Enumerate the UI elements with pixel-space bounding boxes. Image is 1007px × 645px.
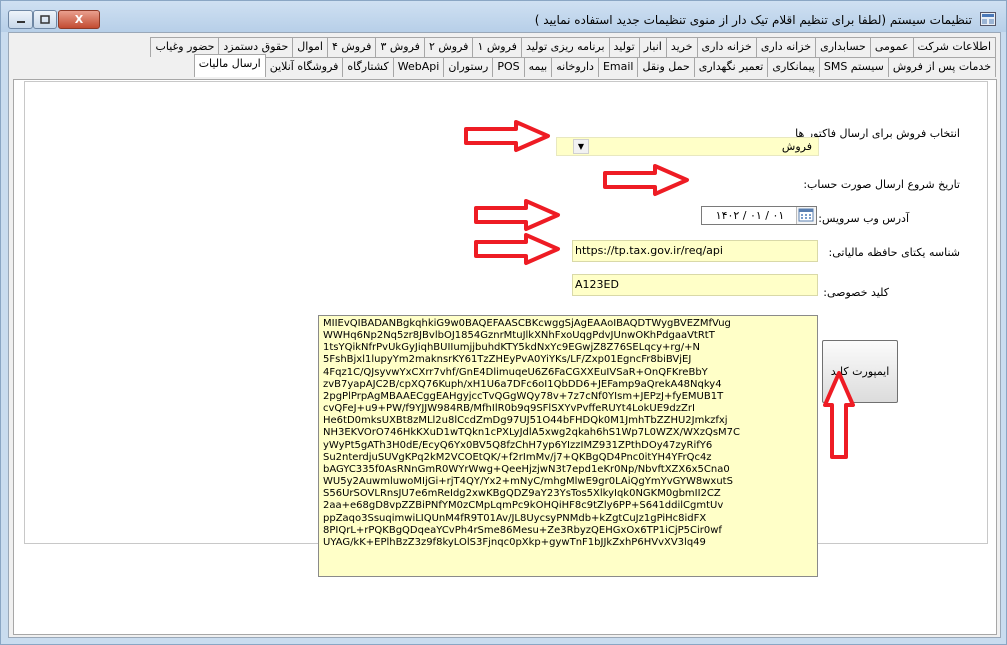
tax-settings-group: انتخاب فروش برای ارسال فاکتور ها فروش ▼ …: [24, 81, 988, 577]
red-arrow-annotation: [464, 120, 550, 152]
tab-r2-9[interactable]: POS: [492, 57, 525, 77]
memory-id-label: شناسه یکتای حافظه مالیاتی:: [828, 246, 960, 259]
title-bar[interactable]: X تنظیمات سیستم (لطفا برای تنظیم اقلام ت…: [1, 1, 1006, 32]
tab-r1-9[interactable]: برنامه ریزی تولید: [520, 37, 610, 57]
tab-r1-1[interactable]: اطلاعات شرکت: [912, 37, 996, 57]
tab-r1-12[interactable]: فروش ۳: [375, 37, 425, 57]
service-address-input[interactable]: https://tp.tax.gov.ir/req/api: [572, 240, 818, 262]
start-date-label: تاریخ شروع ارسال صورت حساب:: [803, 178, 960, 191]
invoice-sale-value: فروش: [781, 140, 812, 153]
memory-id-value: A123ED: [575, 278, 619, 291]
start-date-picker[interactable]: ۱۴۰۲ / ۰۱ / ۰۱: [701, 206, 817, 225]
private-key-line: WWHq6Np2Nq5zr8JBvlbOJ1854GznrMtuJlkXNhFx…: [323, 330, 715, 342]
tab-r2-14[interactable]: ارسال مالیات: [193, 54, 266, 77]
tab-r1-10[interactable]: فروش ۱: [472, 37, 522, 57]
private-key-line: cvQFeJ+u9+PW/f9YJJW984RB/MfhIlR0b9q9SFlS…: [323, 403, 695, 415]
tab-r2-2[interactable]: سیستم SMS: [818, 57, 889, 77]
private-key-line: 8PIQrL+rPQKBgQDqeaYCvPh4rSme86Mesu+Ze3Rb…: [323, 524, 722, 536]
red-arrow-annotation: [823, 371, 855, 459]
tab-r2-5[interactable]: حمل ونقل: [637, 57, 695, 77]
close-button[interactable]: X: [58, 10, 100, 29]
start-date-value: ۱۴۰۲ / ۰۱ / ۰۱: [715, 209, 785, 222]
tab-r1-3[interactable]: حسابداری: [815, 37, 871, 57]
tab-r2-3[interactable]: پیمانکاری: [767, 57, 820, 77]
tab-r2-13[interactable]: فروشگاه آنلاین: [264, 57, 344, 77]
private-key-line: UYAG/kK+EPlhBzZ3z9f8kyLOlS3Fjnqc0pXkp+gy…: [323, 536, 706, 548]
private-key-line: He6tD0mksUXBt8zMLl2u8lCcdZmDg97UJ51O44bF…: [323, 415, 728, 427]
private-key-line: yWyPt5gATh3H0dE/EcyQ6Yx0BV5Q8fzChH7yp6YI…: [323, 439, 713, 451]
private-key-line: ppZaqo3SsuqimwiLIQUnM4fR9T01Av/JL8UycsyP…: [323, 512, 707, 524]
calendar-button[interactable]: [796, 207, 816, 224]
tab-panel-tax: انتخاب فروش برای ارسال فاکتور ها فروش ▼ …: [13, 79, 997, 635]
tab-r2-12[interactable]: کشتارگاه: [342, 57, 394, 77]
tab-row-1: اطلاعات شرکت عمومی حسابداری خزانه داری خزانه…: [150, 37, 996, 57]
tab-r2-7[interactable]: داروخانه: [551, 57, 599, 77]
red-arrow-annotation: [474, 233, 560, 265]
tab-r2-6[interactable]: Email: [597, 57, 639, 77]
private-key-line: 5FshBjxl1lupyYm2maknsrKY61TzZHEyPvA0YiYK…: [323, 354, 692, 366]
invoice-sale-label: انتخاب فروش برای ارسال فاکتور ها: [795, 127, 960, 140]
tab-r1-6[interactable]: خرید: [665, 37, 698, 57]
client-area: اطلاعات شرکت عمومی حسابداری خزانه داری خزانه…: [8, 32, 1001, 638]
private-key-textarea[interactable]: MIIEvQIBADANBgkqhkiG9w0BAQEFAASCBKcwggSj…: [318, 315, 818, 577]
service-address-value: https://tp.tax.gov.ir/req/api: [575, 244, 723, 257]
tab-r2-8[interactable]: بیمه: [523, 57, 553, 77]
settings-window: X تنظیمات سیستم (لطفا برای تنظیم اقلام ت…: [0, 0, 1007, 645]
private-key-line: WU5y2AuwmluwoMIjGi+rjT4QY/Yx2+mNyC/mhgMl…: [323, 476, 733, 488]
tab-r1-14[interactable]: اموال: [292, 37, 328, 57]
dropdown-arrow-icon: ▼: [577, 142, 585, 151]
private-key-line: 2pgPlPrpAgMBAAECggEAHgyjccTvQGgWQy78v+7z…: [323, 390, 724, 402]
tab-r1-2[interactable]: عمومی: [869, 37, 914, 57]
tab-r2-4[interactable]: تعمیر نگهداری: [693, 57, 769, 77]
window-title: تنظیمات سیستم (لطفا برای تنظیم اقلام تیک…: [534, 13, 972, 27]
private-key-line: MIIEvQIBADANBgkqhkiG9w0BAQEFAASCBKcwggSj…: [323, 318, 731, 329]
private-key-line: S56UrSOVLRnsJU7e6mReIdg2xwKBgQDZ9aY23YsT…: [323, 488, 721, 500]
red-arrow-annotation: [474, 199, 560, 231]
invoice-sale-select[interactable]: فروش: [556, 137, 819, 156]
private-key-line: zvB7yapAJC2B/cpXQ76Kuph/xH1U6a7DFc6oI1Qb…: [323, 378, 722, 390]
close-icon: X: [74, 13, 84, 26]
tab-r1-7[interactable]: انبار: [638, 37, 667, 57]
tab-r1-4[interactable]: خزانه داری: [755, 37, 817, 57]
tab-r1-13[interactable]: فروش ۴: [326, 37, 377, 57]
tab-row-2: خدمات پس از فروش سیستم SMS پیمانکاری تعمیر …: [193, 54, 996, 80]
private-key-line: 1tsYQikNfrPvUkGyJiqhBUIIumjjbuhdKTY5kdNx…: [323, 342, 700, 354]
private-key-line: NH3EKVOrO746HkKXuD1wTQkn1cPXLyJdlA5xwg2q…: [323, 427, 741, 439]
private-key-line: Su2nterdjuSUVgKPq2kM2VCOEtQK/+f2rImMv/j7…: [323, 451, 712, 463]
invoice-sale-dropdown-button[interactable]: ▼: [573, 139, 589, 154]
minimize-button[interactable]: [8, 10, 33, 29]
maximize-button[interactable]: [33, 10, 57, 29]
app-icon: [980, 12, 996, 26]
tab-r2-11[interactable]: WebApi: [392, 57, 445, 77]
private-key-label: کلید خصوصی:: [823, 286, 889, 299]
tab-r1-5[interactable]: خزانه داری: [696, 37, 757, 57]
private-key-line: bAGYC335f0AsRNnGmR0WYrWwg+QeeHjzjwN3t7ep…: [323, 463, 730, 475]
tab-r2-1[interactable]: خدمات پس از فروش: [887, 57, 996, 77]
tab-r1-11[interactable]: فروش ۲: [423, 37, 474, 57]
red-arrow-annotation: [603, 164, 689, 196]
private-key-line: 2aa+e68gD8vpZZBiPNfYM0zCMpLqmPc9kOHQiHF8…: [323, 500, 724, 512]
minimize-icon: [16, 20, 25, 23]
tab-r2-10[interactable]: رستوران: [443, 57, 494, 77]
maximize-icon: [40, 15, 50, 24]
tab-r1-8[interactable]: تولید: [608, 37, 640, 57]
private-key-line: 4Fqz1C/QJsyvwYxCXrr7vhf/GnE4DlimuqeU6Z6F…: [323, 366, 708, 378]
calendar-icon: [798, 208, 814, 222]
memory-id-input[interactable]: A123ED: [572, 274, 818, 296]
service-address-label: آدرس وب سرویس:: [818, 212, 909, 225]
